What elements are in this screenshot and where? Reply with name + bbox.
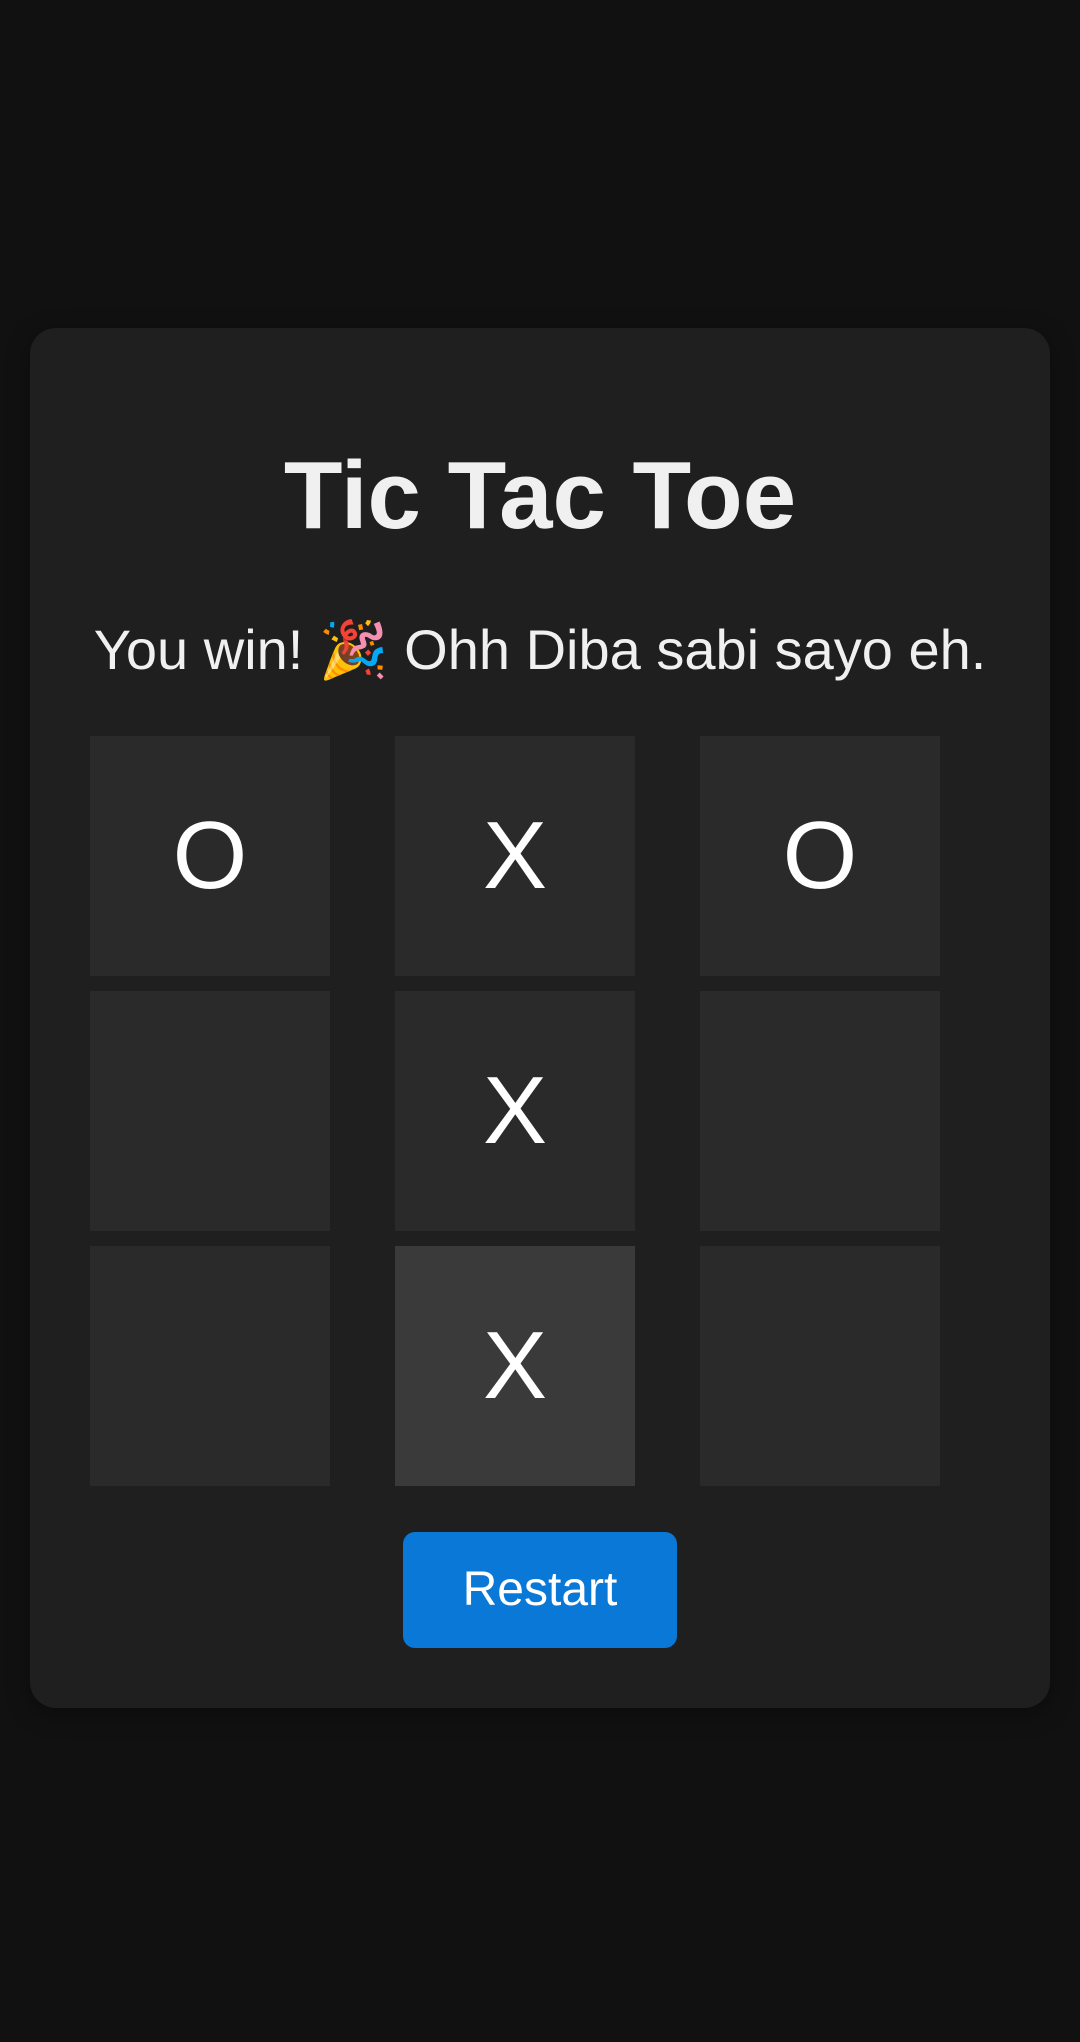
page-title: Tic Tac Toe xyxy=(283,442,797,549)
game-status-message: You win! 🎉 Ohh Diba sabi sayo eh. xyxy=(93,618,987,681)
board-cell-1-0[interactable] xyxy=(90,991,330,1231)
board-cell-1-1[interactable]: X xyxy=(395,991,635,1231)
game-card: Tic Tac Toe You win! 🎉 Ohh Diba sabi say… xyxy=(30,328,1050,1708)
board-cell-0-0[interactable]: O xyxy=(90,736,330,976)
board-cell-0-1[interactable]: X xyxy=(395,736,635,976)
restart-button[interactable]: Restart xyxy=(403,1532,677,1648)
board-cell-2-1[interactable]: X xyxy=(395,1246,635,1486)
board-cell-1-2[interactable] xyxy=(700,991,940,1231)
game-board: O X O X X xyxy=(90,736,970,1486)
board-cell-2-0[interactable] xyxy=(90,1246,330,1486)
board-cell-0-2[interactable]: O xyxy=(700,736,940,976)
app-page: Tic Tac Toe You win! 🎉 Ohh Diba sabi say… xyxy=(0,0,1080,2042)
board-cell-2-2[interactable] xyxy=(700,1246,940,1486)
